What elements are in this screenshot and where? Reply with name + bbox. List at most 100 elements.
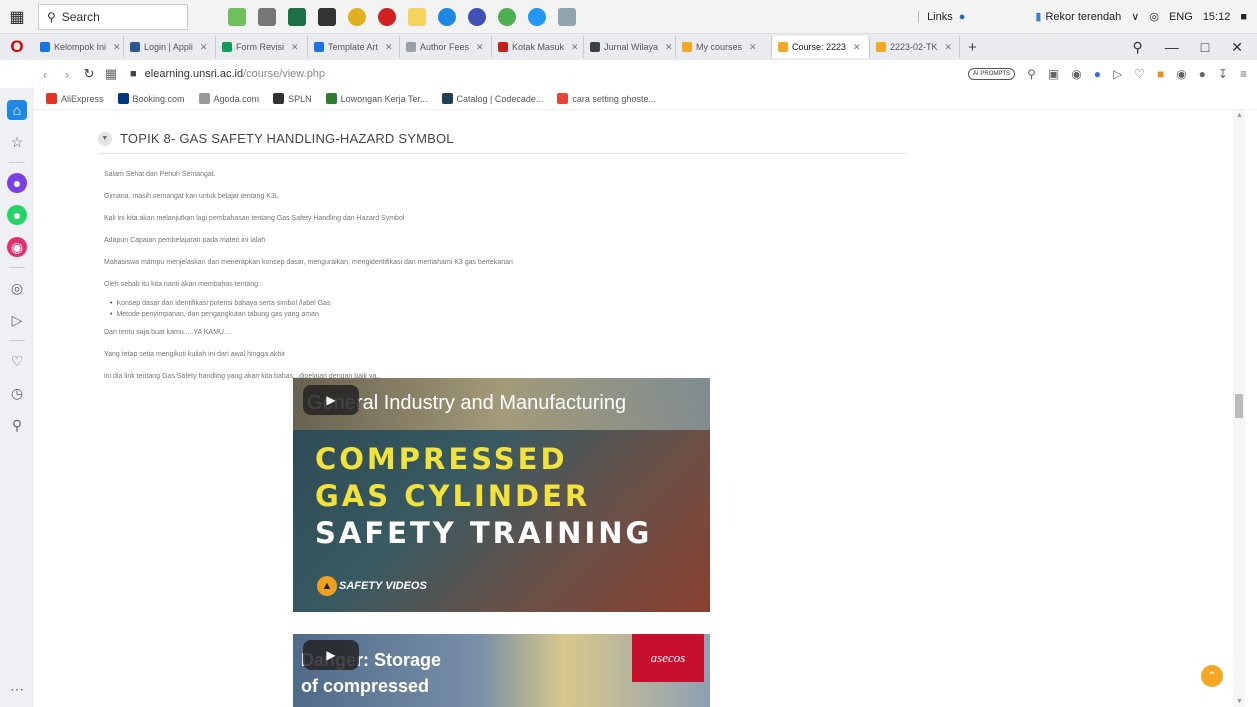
heart-icon[interactable]: ♡ xyxy=(1134,67,1145,81)
profile-icon[interactable]: ● xyxy=(1199,67,1206,81)
play-button[interactable]: ▶ xyxy=(303,640,359,670)
extension-puzzle-icon[interactable]: ◉ xyxy=(1176,67,1186,81)
chrome-app-icon-3[interactable] xyxy=(528,7,546,26)
bookmark-spln[interactable]: SPLN xyxy=(273,93,312,104)
camera-icon[interactable]: ◉ xyxy=(1071,67,1081,81)
opera-app-icon[interactable] xyxy=(378,7,396,26)
url-field[interactable]: ■ elearning.unsri.ac.id/course/view.php xyxy=(130,68,325,80)
clock-time[interactable]: 15:12 xyxy=(1203,11,1231,23)
task-view-icon[interactable] xyxy=(258,7,276,26)
photos-app-icon[interactable] xyxy=(558,7,576,26)
send-icon[interactable]: ▷ xyxy=(7,310,27,330)
ai-prompts-badge[interactable]: AI PROMPTS xyxy=(968,68,1016,80)
close-icon[interactable]: ✕ xyxy=(113,42,121,53)
bookmark-aliexpress[interactable]: AliExpress xyxy=(46,93,104,104)
notification-icon[interactable]: ■ xyxy=(1240,11,1247,23)
instagram-icon[interactable]: ◉ xyxy=(7,237,27,257)
bookmarks-bar: AliExpress Booking.com Agoda.com SPLN Lo… xyxy=(34,88,1257,110)
play-button[interactable]: ▶ xyxy=(303,385,359,415)
weather-widget[interactable]: ▮ Rekor terendah xyxy=(1035,10,1121,24)
windows-start-icon[interactable]: ▦ xyxy=(0,0,34,34)
scroll-thumb[interactable] xyxy=(1235,394,1243,418)
topic-bullet-list: Konsep dasar dan identifikasi potensi ba… xyxy=(110,298,904,320)
home-icon[interactable]: ⌂ xyxy=(7,100,27,120)
new-tab-button[interactable]: + xyxy=(960,39,985,56)
tab-jurnal[interactable]: Jurnal Wilaya ✕ xyxy=(584,36,676,58)
bookmark-star-icon[interactable]: ☆ xyxy=(7,132,27,152)
pinboard-icon[interactable]: ⚲ xyxy=(7,415,27,435)
back-icon[interactable]: ‹ xyxy=(34,67,56,82)
video-embed-compressed-gas[interactable]: General Industry and Manufacturing ▶ COM… xyxy=(293,378,710,612)
bookmark-booking[interactable]: Booking.com xyxy=(117,93,185,104)
network-icon[interactable]: ◎ xyxy=(1149,10,1159,23)
minimize-icon[interactable]: — xyxy=(1165,39,1179,56)
bookmark-lowongan[interactable]: Lowongan Kerja Ter... xyxy=(325,93,428,104)
tab-template[interactable]: Template Art ✕ xyxy=(308,36,400,58)
heart-icon[interactable]: ♡ xyxy=(7,351,27,371)
page-scrollbar[interactable]: ▲ ▼ xyxy=(1233,110,1245,707)
tab-favicon xyxy=(498,42,508,52)
tab-favicon xyxy=(222,42,232,52)
excel-app-icon[interactable] xyxy=(288,7,306,26)
whatsapp-icon[interactable]: ● xyxy=(7,205,27,225)
reload-icon[interactable]: ↻ xyxy=(78,66,100,82)
bookmark-ghost[interactable]: cara setting ghoste... xyxy=(557,93,656,104)
tab-kotak-masuk[interactable]: Kotak Masuk ✕ xyxy=(492,36,584,58)
tab-author-fees[interactable]: Author Fees ✕ xyxy=(400,36,492,58)
topic-header[interactable]: ▼ TOPIK 8- GAS SAFETY HANDLING-HAZARD SY… xyxy=(98,124,908,154)
bookmark-agoda[interactable]: Agoda.com xyxy=(198,93,259,104)
tabs-grid-icon[interactable]: ▦ xyxy=(100,66,122,82)
tab-search-icon[interactable]: ⚲ xyxy=(1133,39,1143,56)
close-window-icon[interactable]: ✕ xyxy=(1231,39,1243,56)
store-app-icon[interactable] xyxy=(318,7,336,26)
send-icon[interactable]: ▷ xyxy=(1113,67,1122,81)
teams-app-icon[interactable] xyxy=(468,7,486,26)
search-icon[interactable]: ⚲ xyxy=(1027,67,1036,81)
download-icon[interactable]: ↧ xyxy=(1218,67,1228,81)
snapshot-icon[interactable]: ▣ xyxy=(1048,67,1059,81)
scroll-up-icon[interactable]: ▲ xyxy=(1236,112,1243,119)
taskbar-search-box[interactable]: ⚲ Search xyxy=(38,3,188,30)
tab-form-revisi[interactable]: Form Revisi ✕ xyxy=(216,36,308,58)
menu-icon[interactable]: ≡ xyxy=(1240,67,1247,81)
tab-my-courses[interactable]: My courses ✕ xyxy=(676,36,772,58)
bookmark-catalog[interactable]: Catalog | Codecade... xyxy=(441,93,543,104)
close-icon[interactable]: ✕ xyxy=(749,42,757,53)
opera-menu-icon[interactable]: O xyxy=(0,37,34,57)
close-icon[interactable]: ✕ xyxy=(945,42,953,53)
extension-icon[interactable]: ■ xyxy=(1157,67,1164,81)
tab-course-active[interactable]: Course: 2223 ✕ xyxy=(772,36,870,58)
history-icon[interactable]: ◷ xyxy=(7,383,27,403)
messenger-icon[interactable]: ● xyxy=(7,173,27,193)
back-to-top-button[interactable]: ⌃ xyxy=(1201,665,1223,687)
close-icon[interactable]: ✕ xyxy=(476,42,484,53)
language-indicator[interactable]: ENG xyxy=(1169,11,1193,23)
chevron-up-icon[interactable]: ∨ xyxy=(1131,10,1139,23)
chrome-app-icon[interactable] xyxy=(348,7,366,26)
tab-course-2[interactable]: 2223-02-TK ✕ xyxy=(870,36,960,58)
collapse-chevron-icon[interactable]: ▼ xyxy=(98,131,112,146)
taskbar-links[interactable]: Links ● xyxy=(918,10,965,23)
close-icon[interactable]: ✕ xyxy=(665,42,673,53)
edge-app-icon[interactable] xyxy=(438,7,456,26)
video-embed-storage[interactable]: Danger: Storage of compressed ▶ asecos xyxy=(293,634,710,707)
close-icon[interactable]: ✕ xyxy=(571,42,579,53)
crypto-wallet-icon[interactable]: ◎ xyxy=(7,278,27,298)
file-explorer-icon[interactable] xyxy=(408,7,426,26)
tab-kelompok[interactable]: Kelompok Ini ✕ xyxy=(34,36,124,58)
chrome-app-icon-2[interactable] xyxy=(498,7,516,26)
forward-icon[interactable]: › xyxy=(56,67,78,82)
close-icon[interactable]: ✕ xyxy=(291,42,299,53)
tab-label: Login | Appli xyxy=(144,42,193,52)
close-icon[interactable]: ✕ xyxy=(200,42,208,53)
weather-app-icon[interactable] xyxy=(228,7,246,26)
close-icon[interactable]: ✕ xyxy=(853,42,861,53)
list-item: Konsep dasar dan identifikasi potensi ba… xyxy=(110,298,904,309)
shield-icon[interactable]: ● xyxy=(1094,67,1101,81)
tab-favicon xyxy=(876,42,886,52)
tab-login[interactable]: Login | Appli ✕ xyxy=(124,36,216,58)
more-icon[interactable]: ⋯ xyxy=(7,679,27,699)
snap-icon[interactable]: □ xyxy=(1201,39,1209,56)
close-icon[interactable]: ✕ xyxy=(385,42,393,53)
scroll-down-icon[interactable]: ▼ xyxy=(1236,698,1243,705)
